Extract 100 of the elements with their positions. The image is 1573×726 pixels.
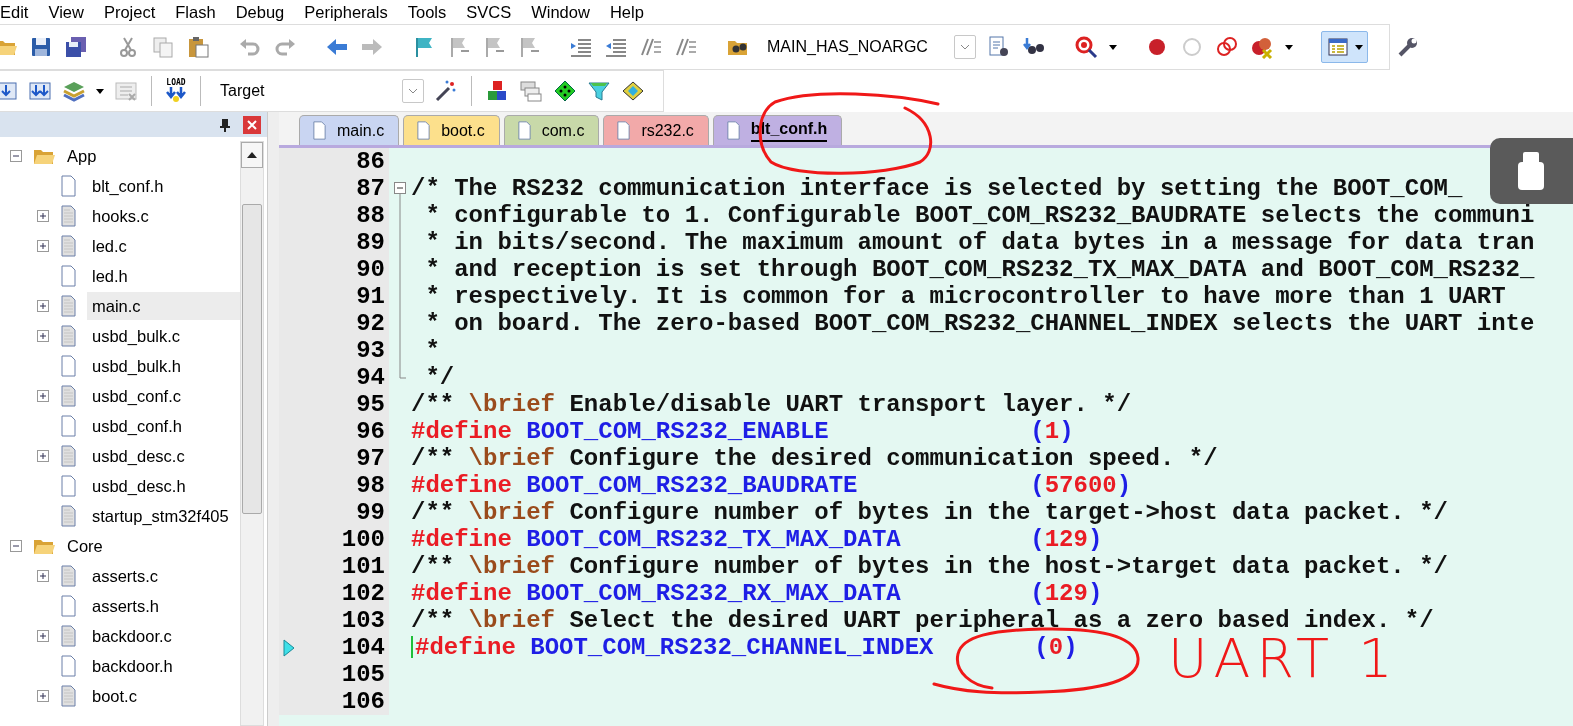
file-icon — [60, 235, 77, 257]
file-icon — [60, 265, 77, 287]
diamond-icon[interactable] — [553, 79, 577, 103]
expand-toggle[interactable] — [37, 690, 49, 702]
file-tab[interactable]: com.c — [503, 115, 600, 145]
line-number: 102 — [341, 580, 385, 607]
file-icon — [60, 445, 77, 467]
package-icon[interactable] — [621, 79, 645, 103]
caret-icon[interactable] — [1355, 44, 1363, 50]
tree-item[interactable]: led.c — [87, 232, 240, 260]
file-icon — [60, 175, 77, 197]
tree-item[interactable]: boot.c — [87, 682, 240, 710]
expand-toggle[interactable] — [37, 630, 49, 642]
code-line: * and reception is set through BOOT_COM_RS232_TX_MAX_DATA and BOOT_COM_RS232_ — [424, 256, 1535, 283]
menu-item[interactable]: Project — [100, 1, 166, 23]
paste-icon[interactable] — [186, 35, 210, 59]
code-line: * configurable to 1. Configurable BOOT_COM_RS232_BAUDRATE selects the communi — [424, 202, 1535, 229]
wrench-icon[interactable] — [1396, 35, 1420, 59]
magnifier-icon[interactable] — [1074, 35, 1098, 59]
combo-field[interactable]: Target — [214, 78, 394, 104]
collapse-toggle[interactable] — [10, 150, 22, 162]
tree-item[interactable]: startup_stm32f405 — [87, 502, 240, 530]
expand-toggle[interactable] — [37, 330, 49, 342]
scroll-up-button[interactable] — [241, 142, 263, 168]
tree-item[interactable]: usbd_bulk.h — [87, 352, 240, 380]
save-all-icon[interactable] — [64, 35, 88, 59]
file-icon[interactable] — [616, 121, 632, 140]
tree-item[interactable]: hooks.c — [87, 202, 240, 230]
expand-toggle[interactable] — [37, 210, 49, 222]
close-button[interactable] — [243, 115, 261, 134]
tree-item[interactable]: asserts.h — [87, 592, 240, 620]
clear-breakpoints-icon[interactable] — [1250, 35, 1274, 59]
layers-icon[interactable] — [62, 79, 86, 103]
document-search-icon[interactable] — [987, 35, 1011, 59]
tree-item[interactable]: usbd_conf.h — [87, 412, 240, 440]
tree-item[interactable]: usbd_desc.c — [87, 442, 240, 470]
file-icon — [60, 355, 77, 377]
file-tab[interactable]: rs232.c — [603, 115, 709, 145]
line-number: 95 — [356, 391, 385, 418]
code-line: /* The RS232 communication interface is selected by setting the BOOT_COM_ — [411, 175, 1463, 202]
window-button[interactable] — [1321, 31, 1368, 63]
expand-toggle[interactable] — [37, 300, 49, 312]
menu-item[interactable]: Edit — [0, 1, 39, 23]
line-number: 91 — [356, 283, 385, 310]
expand-toggle[interactable] — [37, 390, 49, 402]
tree-item[interactable]: backdoor.c — [87, 622, 240, 650]
download-arrows-icon[interactable] — [165, 87, 187, 103]
fold-icon[interactable] — [394, 182, 406, 202]
tree-item[interactable]: led.h — [87, 262, 240, 290]
file-tab[interactable]: main.c — [299, 115, 400, 145]
file-icon[interactable] — [725, 121, 741, 140]
code-line: /** \brief Configure number of bytes in the target->host data packet. */ — [411, 499, 1448, 526]
expand-toggle[interactable] — [37, 240, 49, 252]
code-line: * on board. The zero-based BOOT_COM_RS232_CHANNEL_INDEX selects the UART inte — [424, 310, 1535, 337]
file-icon — [60, 655, 77, 677]
file-icon — [60, 205, 77, 227]
combo-field[interactable]: MAIN_HAS_NOARGC — [761, 34, 946, 60]
line-number: 101 — [341, 553, 385, 580]
rebuild-icon[interactable] — [28, 79, 52, 103]
pin-icon[interactable] — [219, 117, 231, 132]
caret-icon[interactable] — [96, 88, 104, 94]
expand-toggle[interactable] — [37, 570, 49, 582]
up-arrow-icon[interactable] — [247, 152, 257, 158]
scrollbar-thumb[interactable] — [242, 204, 262, 514]
tree-item[interactable]: usbd_conf.c — [87, 382, 240, 410]
build-icon[interactable] — [0, 79, 18, 103]
load-button[interactable]: LOAD — [165, 79, 187, 103]
tree-item[interactable]: usbd_bulk.c — [87, 322, 240, 350]
tree-item[interactable]: App — [62, 142, 240, 170]
menu-item[interactable]: Tools — [404, 1, 457, 23]
circles-icon[interactable] — [1215, 35, 1239, 59]
file-icon — [60, 295, 77, 317]
expand-toggle[interactable] — [37, 450, 49, 462]
menu-item[interactable]: Peripherals — [301, 1, 398, 23]
menu-item[interactable]: Window — [528, 1, 600, 23]
menu-item[interactable]: Help — [606, 1, 654, 23]
save-icon[interactable] — [29, 35, 53, 59]
collapse-toggle[interactable] — [10, 540, 22, 552]
menu-item[interactable]: Debug — [232, 1, 295, 23]
usb-drive-icon — [1515, 152, 1546, 190]
tree-item[interactable]: Core — [62, 532, 240, 560]
funnel-icon[interactable] — [587, 79, 611, 103]
blocks-icon[interactable] — [485, 79, 509, 103]
menu-item[interactable]: View — [45, 1, 94, 23]
code-line: #define BOOT_COM_RS232_RX_MAX_DATA (129) — [411, 580, 1103, 607]
tree-item[interactable]: usbd_desc.h — [87, 472, 240, 500]
chevron-down-icon[interactable] — [408, 88, 418, 94]
menu-item[interactable]: SVCS — [463, 1, 522, 23]
line-number: 94 — [356, 364, 385, 391]
tree-item[interactable]: asserts.c — [87, 562, 240, 590]
caret-icon[interactable] — [1109, 44, 1117, 50]
tree-item[interactable]: blt_conf.h — [87, 172, 240, 200]
magic-wand-icon[interactable] — [434, 79, 458, 103]
tree-item[interactable]: main.c — [87, 292, 240, 320]
caret-icon[interactable] — [1285, 44, 1293, 50]
chevron-down-icon[interactable] — [960, 44, 970, 50]
file-tab[interactable]: boot.c — [403, 115, 500, 145]
tree-item[interactable]: backdoor.h — [87, 652, 240, 680]
menu-item[interactable]: Flash — [172, 1, 226, 23]
window-icon[interactable] — [1326, 35, 1350, 59]
